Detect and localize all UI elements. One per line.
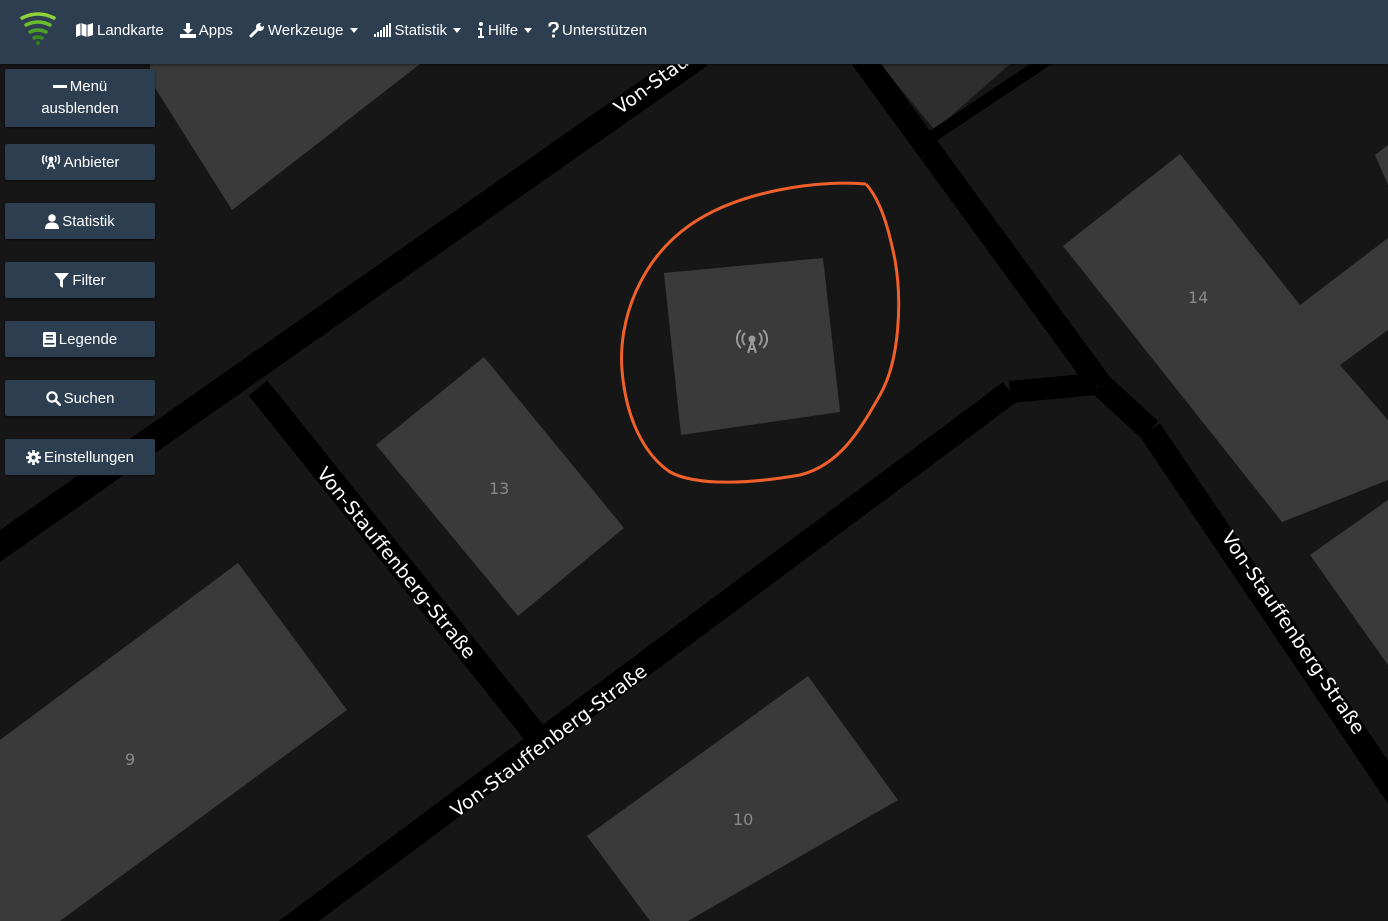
nav-label: Apps xyxy=(198,21,233,39)
download-icon xyxy=(179,22,196,38)
user-icon xyxy=(45,213,60,229)
chevron-down-icon xyxy=(453,27,462,33)
anbieter-label: Anbieter xyxy=(63,153,120,171)
chevron-down-icon xyxy=(524,27,533,33)
nav-werkzeuge[interactable]: Werkzeuge xyxy=(249,22,358,39)
einstellungen-button[interactable]: Einstellungen xyxy=(5,439,155,475)
house-number: 10 xyxy=(733,810,753,829)
wifi-logo-icon[interactable] xyxy=(18,8,58,48)
search-icon xyxy=(45,390,61,406)
info-icon xyxy=(478,22,485,38)
nav-unterstuetzen[interactable]: Unterstützen xyxy=(548,22,647,39)
nav-menu: Landkarte Apps Werkzeuge Statistik Hilfe… xyxy=(76,0,663,60)
suchen-button[interactable]: Suchen xyxy=(5,380,155,416)
suchen-label: Suchen xyxy=(63,389,115,407)
menu-hide-button[interactable]: Menü ausblenden xyxy=(5,69,155,127)
nav-label: Landkarte xyxy=(97,21,164,39)
nav-label: Hilfe xyxy=(488,21,519,39)
map-canvas[interactable]: Von-Stau Von-Stauffenberg-Straße Von-Sta… xyxy=(0,0,1388,921)
antenna-icon xyxy=(41,154,60,169)
nav-label: Unterstützen xyxy=(562,21,648,39)
book-icon xyxy=(42,331,56,347)
wrench-icon xyxy=(249,23,264,38)
nav-landkarte[interactable]: Landkarte xyxy=(76,22,164,39)
nav-statistik[interactable]: Statistik xyxy=(373,21,462,39)
signal-bars-icon xyxy=(373,23,391,37)
house-number: 14 xyxy=(1188,288,1208,307)
top-navbar: Landkarte Apps Werkzeuge Statistik Hilfe… xyxy=(0,0,1388,64)
einstellungen-label: Einstellungen xyxy=(43,448,135,466)
nav-label: Statistik xyxy=(394,21,448,39)
filter-label: Filter xyxy=(72,271,106,289)
chevron-down-icon xyxy=(349,27,358,33)
statistik-button[interactable]: Statistik xyxy=(5,203,155,239)
nav-apps[interactable]: Apps xyxy=(179,21,233,39)
question-icon xyxy=(548,22,559,38)
legende-button[interactable]: Legende xyxy=(5,321,155,357)
menu-hide-label-line2: ausblenden xyxy=(41,100,119,117)
gear-icon xyxy=(25,449,41,465)
anbieter-button[interactable]: Anbieter xyxy=(5,144,155,180)
house-number: 13 xyxy=(489,479,509,498)
house-number: 9 xyxy=(125,750,135,769)
filter-button[interactable]: Filter xyxy=(5,262,155,298)
nav-label: Werkzeuge xyxy=(267,21,344,39)
nav-hilfe[interactable]: Hilfe xyxy=(477,21,533,39)
filter-icon xyxy=(54,272,70,288)
menu-hide-label-line1: Menü xyxy=(69,78,108,95)
map-icon xyxy=(76,23,93,37)
legende-label: Legende xyxy=(58,330,118,348)
building-antenna-site[interactable] xyxy=(664,258,840,435)
statistik-label: Statistik xyxy=(62,212,115,230)
minus-icon xyxy=(52,85,67,88)
